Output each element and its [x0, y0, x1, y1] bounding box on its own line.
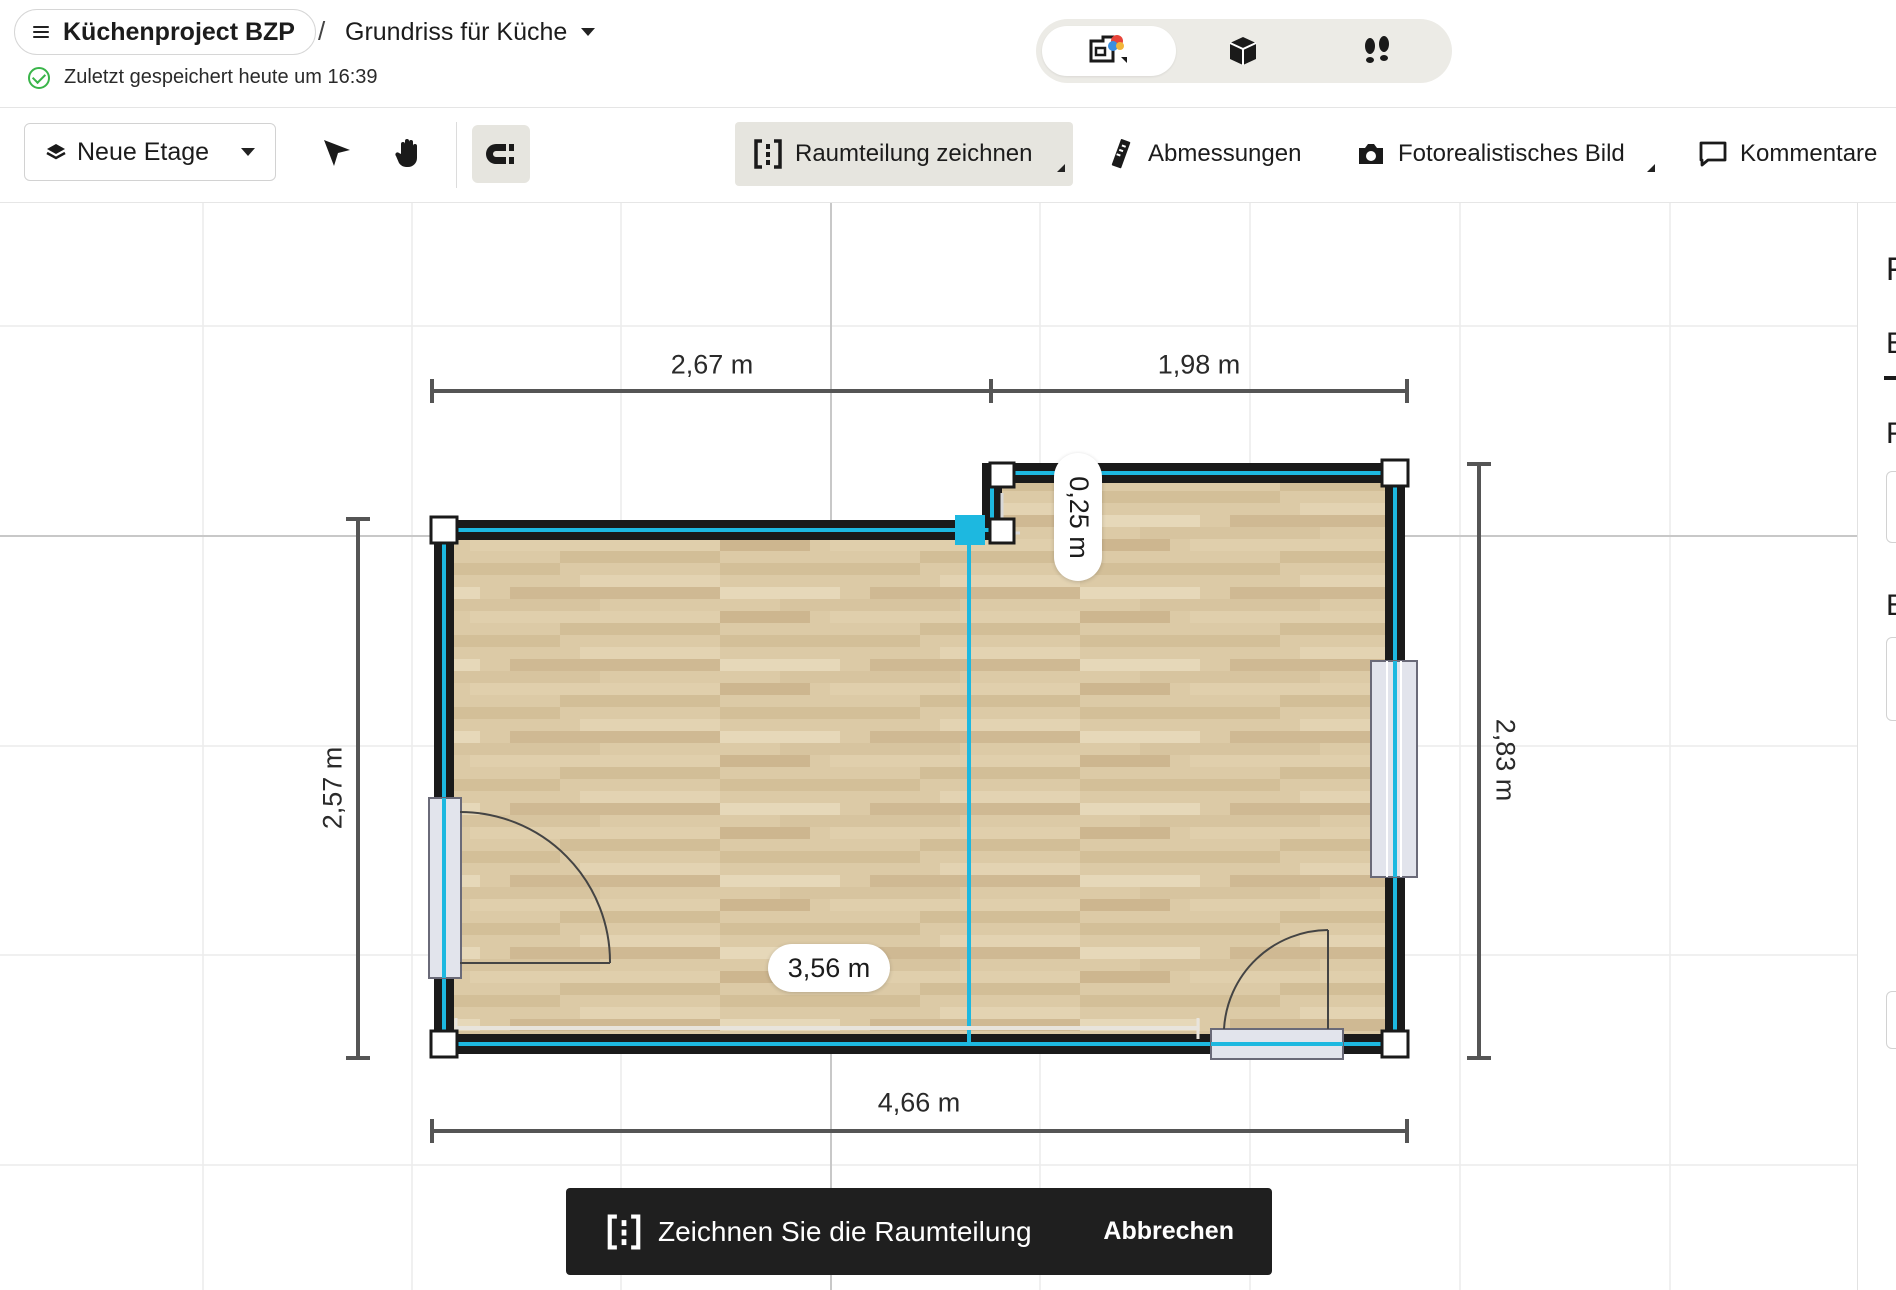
3d-box-icon	[1229, 37, 1257, 65]
photoreal-label: Fotorealistisches Bild	[1398, 140, 1625, 167]
panel-button[interactable]	[1886, 991, 1896, 1049]
floorplan-canvas[interactable]: 2,67 m 1,98 m 4,66 m 2,57 m 2,83 m 0,25 …	[0, 203, 1857, 1290]
dimension-top-left-label: 2,67 m	[670, 349, 754, 380]
dimension-top-right-label: 1,98 m	[1157, 349, 1241, 380]
chevron-down-icon	[241, 148, 255, 156]
breadcrumb-separator: /	[318, 16, 326, 46]
view-3d-button[interactable]	[1176, 26, 1310, 76]
save-status-text: Zuletzt gespeichert heute um 16:39	[64, 66, 378, 88]
view-walkthrough-button[interactable]	[1310, 26, 1444, 76]
draw-room-divider-label: Raumteilung zeichnen	[795, 140, 1033, 167]
floorplan-drawing	[0, 203, 1857, 1290]
top-header: Küchenproject BZP / Grundriss für Küche …	[0, 0, 1896, 108]
chevron-down-icon	[581, 28, 596, 36]
dimension-bottom-label: 4,66 m	[877, 1087, 961, 1118]
dimension-right-label: 2,83 m	[1490, 718, 1521, 802]
pointer-arrow-icon	[324, 140, 350, 166]
room-divider-icon	[607, 1213, 641, 1250]
draw-room-divider-button[interactable]: Raumteilung zeichnen	[735, 122, 1073, 186]
snap-magnet-toggle[interactable]	[472, 125, 530, 183]
panel-tab-label: E	[1886, 327, 1896, 361]
room-divider-icon	[754, 139, 782, 169]
room-floor	[444, 473, 1395, 1044]
dimensions-label: Abmessungen	[1148, 140, 1302, 167]
notch-dimension-label: 0,25 m	[1063, 475, 1094, 559]
plan-name: Grundriss für Küche	[345, 17, 568, 46]
properties-panel: F E F E	[1857, 203, 1896, 1290]
hamburger-menu-icon	[33, 26, 49, 38]
project-menu-button[interactable]: Küchenproject BZP	[14, 9, 316, 55]
layers-icon	[46, 144, 66, 160]
comment-icon	[1699, 141, 1727, 167]
notch-dimension-pill[interactable]: 0,25 m	[1054, 453, 1102, 581]
panel-tab-underline	[1884, 376, 1896, 380]
submenu-indicator-icon	[1057, 164, 1065, 172]
project-name: Küchenproject BZP	[63, 17, 295, 46]
floor-label: Neue Etage	[77, 137, 210, 166]
panel-heading: F	[1886, 251, 1896, 288]
panel-input[interactable]	[1886, 637, 1896, 721]
hand-icon	[395, 139, 417, 167]
view-mode-switcher	[1036, 19, 1452, 83]
select-tool-button[interactable]	[308, 124, 366, 182]
floor-selector-dropdown[interactable]: Neue Etage	[24, 123, 276, 181]
snackbar-message: Zeichnen Sie die Raumteilung	[658, 1215, 1032, 1247]
pan-tool-button[interactable]	[380, 124, 438, 182]
floorplan-2d-icon	[1089, 35, 1127, 63]
save-status: Zuletzt gespeichert heute um 16:39	[28, 66, 378, 89]
comments-button[interactable]: Kommentare	[1680, 122, 1895, 186]
plan-selector-dropdown[interactable]: Grundriss für Küche	[345, 14, 596, 50]
check-circle-icon	[28, 66, 50, 89]
footsteps-icon	[1365, 36, 1389, 63]
view-2d-button[interactable]	[1042, 26, 1176, 76]
panel-field-label: E	[1886, 589, 1896, 623]
window-right[interactable]	[1370, 660, 1418, 878]
photoreal-image-button[interactable]: Fotorealistisches Bild	[1338, 122, 1663, 186]
cancel-button[interactable]: Abbrechen	[1103, 1217, 1234, 1246]
magnet-icon	[486, 144, 514, 164]
camera-icon	[1359, 144, 1383, 164]
comments-label: Kommentare	[1740, 140, 1878, 167]
panel-input[interactable]	[1886, 471, 1896, 543]
drawing-hint-snackbar: Zeichnen Sie die Raumteilung Abbrechen	[566, 1188, 1272, 1275]
divider-length-pill[interactable]: 3,56 m	[768, 944, 890, 992]
submenu-indicator-icon	[1647, 164, 1655, 172]
editor-toolbar: Neue Etage Raumteilung zeichnen Abmessun…	[0, 108, 1896, 203]
panel-field-label: F	[1886, 417, 1896, 451]
dimension-left-label: 2,57 m	[317, 746, 348, 830]
active-drawing-handle[interactable]	[955, 515, 985, 545]
dimensions-button[interactable]: Abmessungen	[1090, 122, 1319, 186]
toolbar-divider	[456, 122, 457, 188]
ruler-icon	[1111, 139, 1131, 169]
divider-length-label: 3,56 m	[787, 952, 871, 983]
